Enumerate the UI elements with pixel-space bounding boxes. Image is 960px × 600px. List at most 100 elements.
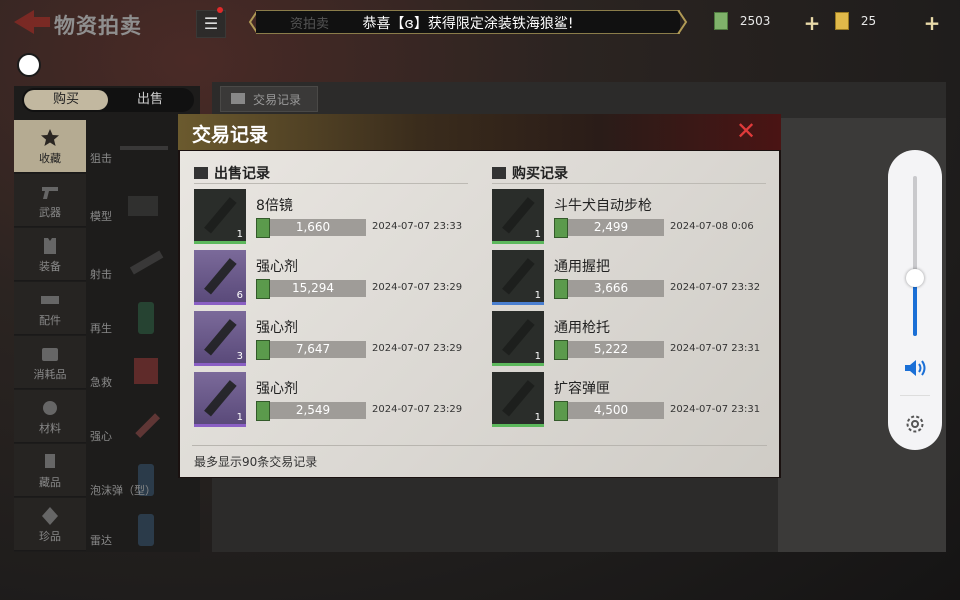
item-icon	[204, 258, 237, 295]
list-item[interactable]: 雷达	[88, 502, 200, 562]
back-arrow-icon[interactable]	[12, 8, 52, 36]
price-value: 1,660	[295, 220, 331, 234]
buy-sell-tabs: 购买 出售	[22, 88, 194, 112]
category-label: 藏品	[39, 476, 61, 489]
category-materials[interactable]: 材料	[14, 390, 86, 443]
category-attachments[interactable]: 配件	[14, 282, 86, 335]
item-icon	[502, 197, 535, 234]
item-thumbnail[interactable]: 1	[492, 189, 544, 244]
category-collectibles[interactable]: 藏品	[14, 444, 86, 497]
list-item-label: 狙击	[90, 152, 112, 165]
category-favorites[interactable]: 收藏	[14, 120, 86, 173]
vest-icon	[44, 238, 56, 254]
trade-records-tab[interactable]: 交易记录	[220, 86, 318, 112]
cash-amount: 2503	[739, 13, 771, 28]
price-value: 7,647	[295, 342, 331, 356]
item-thumbnail[interactable]: 1	[492, 250, 544, 305]
gold-amount: 25	[860, 13, 877, 28]
sell-records-title: 出售记录	[214, 166, 270, 182]
floating-assistive-button[interactable]	[17, 53, 41, 77]
footer-note: 最多显示90条交易记录	[194, 455, 318, 469]
footer-divider	[192, 445, 767, 446]
menu-button[interactable]: ☰	[196, 10, 226, 38]
record-row[interactable]: 6 强心剂 15,294 2024-07-07 23:29	[194, 250, 474, 305]
add-cash-button[interactable]: +	[802, 13, 822, 34]
record-row[interactable]: 1 通用握把 3,666 2024-07-07 23:32	[492, 250, 772, 305]
item-name: 斗牛犬自动步枪	[554, 198, 652, 214]
category-label: 材料	[39, 422, 61, 435]
item-quantity: 6	[236, 290, 243, 301]
category-treasures[interactable]: 珍品	[14, 498, 86, 551]
trade-time: 2024-07-07 23:29	[372, 404, 463, 415]
record-row[interactable]: 1 通用枪托 5,222 2024-07-07 23:31	[492, 311, 772, 366]
category-label: 装备	[39, 260, 61, 273]
item-quantity: 1	[534, 290, 541, 301]
record-row[interactable]: 1 斗牛犬自动步枪 2,499 2024-07-08 0:06	[492, 189, 772, 244]
item-thumbnail[interactable]: 1	[492, 311, 544, 366]
regen-canister-icon	[138, 302, 154, 334]
chevron-right-icon	[677, 10, 688, 34]
price-bar: 15,294	[256, 279, 366, 299]
close-icon[interactable]: ✕	[734, 119, 758, 143]
price-bar: 7,647	[256, 340, 366, 360]
inbox-icon	[194, 167, 208, 179]
cash-balance: 2503	[714, 12, 770, 36]
top-bar: 物资拍卖 ☰ 资拍卖 恭喜【ɞ】获得限定涂装铁海狼鲨! 2503 + 25 +	[0, 0, 960, 48]
item-name: 通用枪托	[554, 320, 610, 336]
speaker-icon[interactable]	[903, 358, 927, 378]
item-name: 强心剂	[256, 320, 298, 336]
item-thumbnail[interactable]: 6	[194, 250, 246, 305]
item-thumbnail[interactable]: 1	[492, 372, 544, 427]
item-icon	[502, 380, 535, 417]
record-row[interactable]: 1 扩容弹匣 4,500 2024-07-07 23:31	[492, 372, 772, 427]
shooter-icon	[129, 250, 164, 275]
tab-buy[interactable]: 购买	[24, 90, 108, 110]
volume-slider-handle[interactable]	[906, 269, 924, 288]
item-thumbnail[interactable]: 1	[194, 372, 246, 427]
item-thumbnail[interactable]: 1	[194, 189, 246, 244]
model-icon	[128, 196, 158, 216]
price-bar: 4,500	[554, 401, 664, 421]
cash-register-icon	[492, 167, 506, 179]
category-consumables[interactable]: 消耗品	[14, 336, 86, 389]
add-gold-button[interactable]: +	[922, 13, 942, 34]
list-item-label: 泡沫弹（型）	[90, 484, 156, 497]
list-item-label: 模型	[90, 210, 112, 223]
dialog-header: 交易记录 ✕	[178, 114, 781, 150]
marquee-text: 恭喜【ɞ】获得限定涂装铁海狼鲨!	[362, 16, 574, 32]
record-row[interactable]: 3 强心剂 7,647 2024-07-07 23:29	[194, 311, 474, 366]
record-row[interactable]: 1 8倍镜 1,660 2024-07-07 23:33	[194, 189, 474, 244]
trade-time: 2024-07-07 23:32	[670, 282, 761, 293]
item-quantity: 1	[534, 412, 541, 423]
announcement-banner: 资拍卖 恭喜【ɞ】获得限定涂装铁海狼鲨!	[248, 10, 688, 34]
sniper-rifle-icon	[120, 146, 168, 150]
price-value: 3,666	[593, 281, 629, 295]
item-icon	[204, 197, 237, 234]
trade-time: 2024-07-07 23:29	[372, 343, 463, 354]
medkit-icon	[42, 348, 58, 361]
category-gear[interactable]: 装备	[14, 228, 86, 281]
trade-records-dialog: 交易记录 ✕ 出售记录 购买记录 1 8倍镜 1,660 2024-07-07 23:…	[178, 114, 781, 478]
record-row[interactable]: 1 强心剂 2,549 2024-07-07 23:29	[194, 372, 474, 427]
trade-time: 2024-07-08 0:06	[670, 221, 754, 232]
category-weapons[interactable]: 武器	[14, 174, 86, 227]
radar-icon	[138, 514, 154, 546]
record-icon	[231, 93, 245, 104]
item-name: 通用握把	[554, 259, 610, 275]
price-value: 2,499	[593, 220, 629, 234]
item-thumbnail[interactable]: 3	[194, 311, 246, 366]
price-bar: 1,660	[256, 218, 366, 238]
item-icon	[502, 258, 535, 295]
divider	[492, 183, 766, 184]
gold-ticket-icon	[835, 12, 849, 30]
buy-records-title: 购买记录	[512, 166, 568, 182]
price-value: 5,222	[593, 342, 629, 356]
category-label: 配件	[39, 314, 61, 327]
category-label: 收藏	[39, 152, 61, 165]
tab-sell[interactable]: 出售	[108, 90, 192, 110]
syringe-icon	[135, 413, 161, 439]
trade-records-tab-label: 交易记录	[253, 93, 302, 107]
trade-time: 2024-07-07 23:31	[670, 343, 761, 354]
gear-icon[interactable]	[903, 412, 927, 436]
item-quantity: 1	[534, 229, 541, 240]
